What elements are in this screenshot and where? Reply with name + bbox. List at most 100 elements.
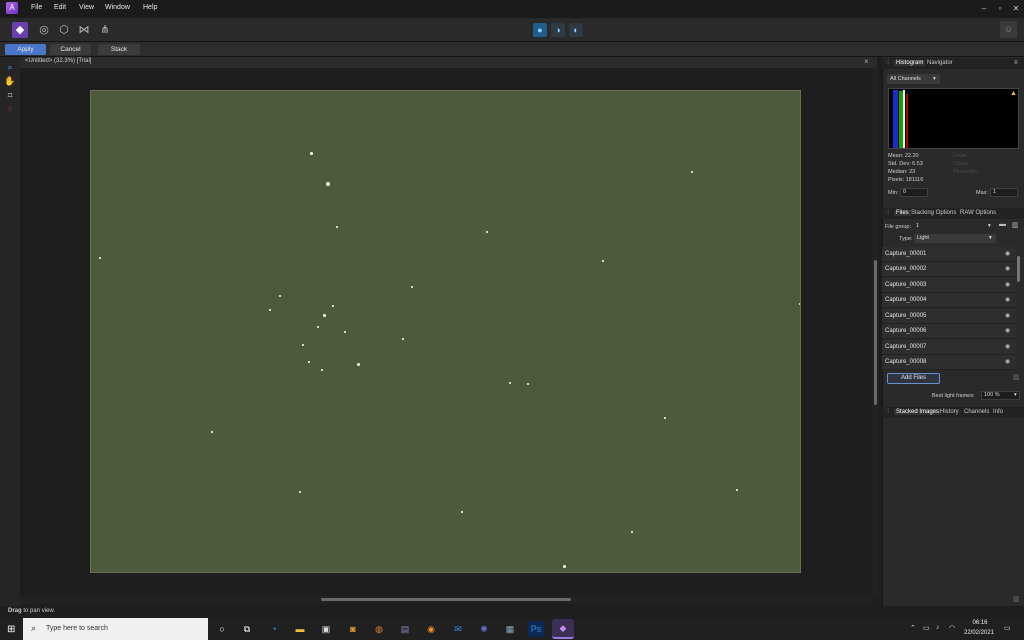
export-persona-icon[interactable]: ⋔	[97, 22, 113, 38]
app-icon-4[interactable]: ◉	[423, 621, 439, 637]
view-mode-mirror-icon[interactable]: ◐	[569, 23, 583, 37]
min-input[interactable]: 0	[900, 188, 928, 197]
warning-icon[interactable]: ▲	[1010, 90, 1017, 97]
file-row[interactable]: Capture_00001 ◉	[882, 247, 1016, 262]
vertical-scroll-thumb[interactable]	[874, 260, 877, 405]
taskbar-search-input[interactable]: ⌕ Type here to search	[23, 618, 208, 640]
eye-icon[interactable]: ◉	[1005, 296, 1010, 303]
menu-help[interactable]: Help	[143, 4, 157, 11]
file-row[interactable]: Capture_00006 ◉	[882, 324, 1016, 339]
best-light-frames-select[interactable]: 100 % ▾	[981, 391, 1020, 400]
menu-edit[interactable]: Edit	[54, 4, 66, 11]
eye-icon[interactable]: ◉	[1005, 312, 1010, 319]
max-input[interactable]: 1	[990, 188, 1018, 197]
develop-persona-icon[interactable]: ⬡	[56, 22, 72, 38]
battery-icon[interactable]: ▭	[923, 624, 930, 632]
tab-stacked-images[interactable]: Stacked Images	[894, 409, 942, 415]
file-list-scroll-thumb[interactable]	[1017, 256, 1020, 282]
file-group-select[interactable]: 1 ▾	[913, 222, 995, 231]
eye-icon[interactable]: ◉	[1005, 343, 1010, 350]
view-mode-split-icon[interactable]: ◑	[551, 23, 565, 37]
zoom-tool-icon[interactable]: ⌕	[4, 61, 16, 73]
astro-image[interactable]	[90, 90, 801, 573]
tab-navigator[interactable]: Navigator	[927, 60, 953, 66]
tab-channels[interactable]: Channels	[964, 409, 989, 415]
add-files-button[interactable]: Add Files	[887, 373, 940, 384]
app-icon-6[interactable]: ▦	[502, 621, 518, 637]
tab-histogram[interactable]: Histogram	[894, 60, 926, 66]
file-row[interactable]: Capture_00002 ◉	[882, 262, 1016, 277]
stat-percentile: Percentile:	[953, 169, 979, 175]
file-row[interactable]: Capture_00007 ◉	[882, 340, 1016, 355]
tab-stacking-options[interactable]: Stacking Options	[911, 210, 956, 216]
eye-icon[interactable]: ◉	[1005, 250, 1010, 257]
apply-button[interactable]: Apply	[5, 44, 46, 55]
app-icon-1[interactable]: ◙	[345, 621, 361, 637]
tab-files[interactable]: Files	[894, 210, 911, 216]
user-profile-icon[interactable]: ☺	[1000, 21, 1017, 38]
close-document-icon[interactable]: ×	[864, 57, 869, 66]
store-icon[interactable]: ▣	[318, 621, 334, 637]
edge-icon[interactable]: ◔	[266, 621, 282, 637]
clock-time[interactable]: 06:16	[965, 620, 995, 626]
liquify-persona-icon[interactable]: ◎	[36, 22, 52, 38]
photoshop-icon[interactable]: Ps	[528, 621, 544, 637]
cortana-icon[interactable]: ○	[214, 621, 230, 637]
tab-history[interactable]: History	[940, 409, 959, 415]
app-icon-5[interactable]: ✺	[476, 621, 492, 637]
view-mode-single-icon[interactable]: ●	[533, 23, 547, 37]
mail-icon[interactable]: ✉	[450, 621, 466, 637]
tone-mapping-persona-icon[interactable]: ⋈	[76, 22, 92, 38]
trash-icon[interactable]: ▥	[1013, 595, 1020, 603]
file-row[interactable]: Capture_00004 ◉	[882, 293, 1016, 308]
star	[402, 338, 404, 340]
panel-grip-icon[interactable]: ⁞⁞	[886, 409, 889, 415]
file-row[interactable]: Capture_00005 ◉	[882, 309, 1016, 324]
minimize-icon[interactable]: –	[978, 3, 990, 15]
app-icon-3[interactable]: ▤	[397, 621, 413, 637]
type-select[interactable]: Light ▾	[914, 234, 996, 243]
notifications-icon[interactable]: ▭	[1004, 624, 1011, 632]
volume-icon[interactable]: ♪	[936, 624, 940, 631]
photo-persona-icon[interactable]: ◆	[12, 22, 28, 38]
affinity-photo-taskbar-icon[interactable]: ◆	[552, 619, 574, 639]
wifi-icon[interactable]: ◠	[949, 624, 955, 632]
folder-icon[interactable]: ▬	[999, 221, 1006, 228]
horizontal-scroll-thumb[interactable]	[321, 598, 571, 601]
app-icon-2[interactable]: ◍	[371, 621, 387, 637]
menu-view[interactable]: View	[79, 4, 94, 11]
file-explorer-icon[interactable]: ▬	[292, 621, 308, 637]
clock-date[interactable]: 22/02/2021	[961, 630, 997, 636]
eye-icon[interactable]: ◉	[1005, 358, 1010, 365]
tab-info[interactable]: Info	[993, 409, 1003, 415]
crop-tool-icon[interactable]: ⌗	[4, 89, 16, 101]
eye-icon[interactable]: ◉	[1005, 265, 1010, 272]
histogram-red-channel	[906, 94, 908, 148]
file-group-label: File group:	[885, 224, 911, 230]
menu-file[interactable]: File	[31, 4, 42, 11]
panel-menu-icon[interactable]: ≡	[1014, 60, 1018, 66]
eye-icon[interactable]: ◉	[1005, 327, 1010, 334]
restore-icon[interactable]: ▫	[994, 3, 1006, 15]
channel-select[interactable]: All Channels ▾	[887, 74, 940, 84]
selection-tool-icon[interactable]: ⁘	[4, 103, 16, 115]
trash-icon[interactable]: ▥	[1012, 221, 1019, 229]
eye-icon[interactable]: ◉	[1005, 281, 1010, 288]
close-window-icon[interactable]: ✕	[1010, 3, 1022, 15]
windows-start-icon[interactable]: ⊞	[7, 624, 15, 635]
menu-window[interactable]: Window	[105, 4, 130, 11]
panel-grip-icon[interactable]: ⁞⁞	[886, 210, 889, 216]
hand-tool-icon[interactable]: ✋	[4, 75, 16, 87]
file-row[interactable]: Capture_00003 ◉	[882, 278, 1016, 293]
document-tab[interactable]: <Untitled> (32.3%) [Trial] ×	[20, 57, 877, 68]
cancel-button[interactable]: Cancel	[50, 44, 91, 55]
document-title: <Untitled> (32.3%) [Trial]	[25, 58, 92, 64]
file-row[interactable]: Capture_00008 ◉	[882, 355, 1016, 370]
tab-raw-options[interactable]: RAW Options	[960, 210, 996, 216]
trash-icon[interactable]: ▥	[1013, 373, 1020, 381]
stat-median: Median: 23	[888, 169, 916, 175]
chevron-up-icon[interactable]: ⌃	[910, 624, 916, 632]
task-view-icon[interactable]: ⧉	[239, 621, 255, 637]
panel-grip-icon[interactable]: ⁞⁞	[886, 60, 889, 66]
stack-button[interactable]: Stack	[98, 44, 140, 55]
